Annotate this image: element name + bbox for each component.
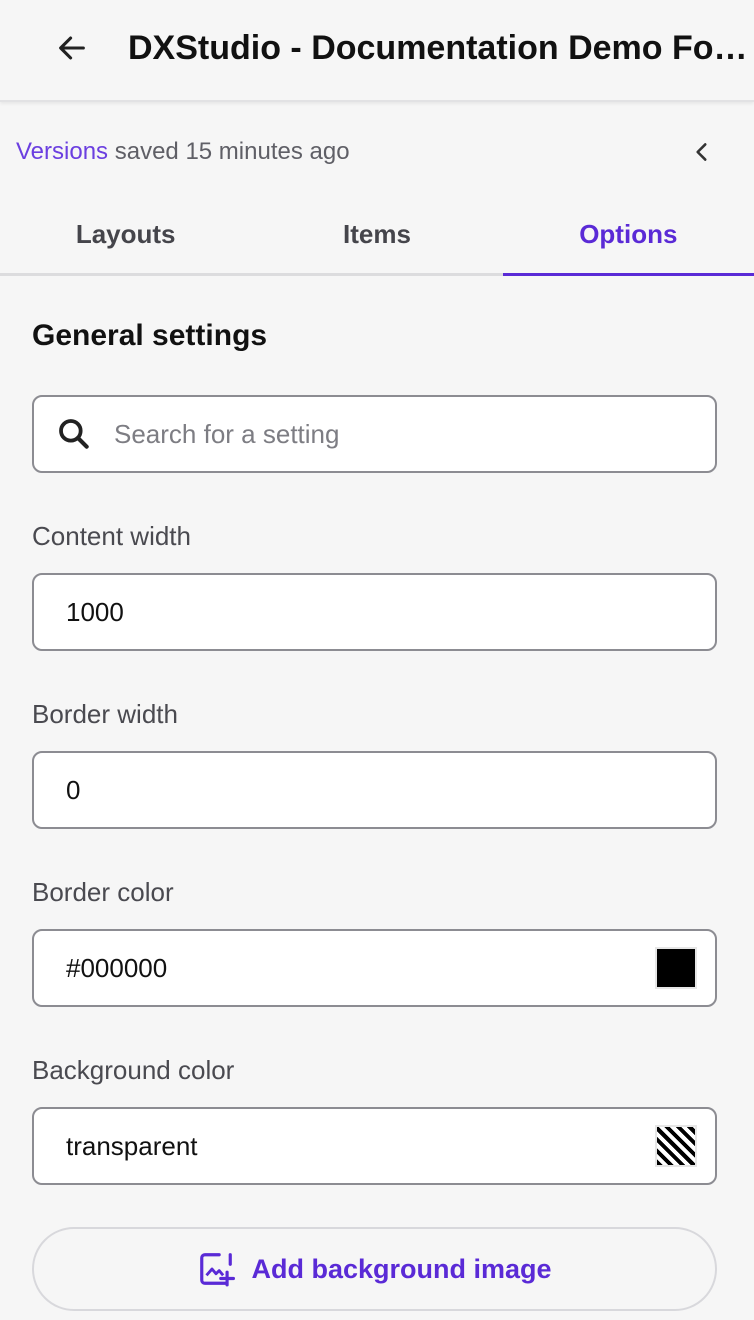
background-color-field[interactable] <box>32 1107 717 1185</box>
background-color-label: Background color <box>32 1055 235 1085</box>
chevron-left-icon <box>696 143 707 161</box>
saved-status-text: saved 15 minutes ago <box>108 138 350 165</box>
content-width-field[interactable] <box>32 573 717 651</box>
section-title: General settings <box>32 319 268 352</box>
collapse-panel-button[interactable] <box>680 130 724 174</box>
background-color-input[interactable] <box>34 1109 655 1183</box>
top-bar: DXStudio - Documentation Demo Form <box>0 0 754 102</box>
search-icon <box>34 415 114 453</box>
border-color-label: Border color <box>32 877 174 907</box>
tab-bar: Layouts Items Options <box>0 200 754 276</box>
border-color-field[interactable] <box>32 929 717 1007</box>
tab-options[interactable]: Options <box>502 200 754 276</box>
add-background-image-label: Add background image <box>251 1253 552 1284</box>
versions-link[interactable]: Versions <box>16 138 108 165</box>
add-background-image-button[interactable]: Add background image <box>32 1227 717 1311</box>
border-width-field[interactable] <box>32 751 717 829</box>
content-width-input[interactable] <box>34 575 715 649</box>
border-color-swatch[interactable] <box>655 947 697 989</box>
border-color-input[interactable] <box>34 931 655 1005</box>
search-input[interactable] <box>114 397 715 471</box>
tab-layouts[interactable]: Layouts <box>0 200 251 273</box>
tab-items[interactable]: Items <box>251 200 502 273</box>
page-title: DXStudio - Documentation Demo Form <box>128 29 754 67</box>
versions-status: Versions saved 15 minutes ago <box>16 134 736 170</box>
border-width-input[interactable] <box>34 753 715 827</box>
content-width-label: Content width <box>32 521 191 551</box>
background-color-swatch[interactable] <box>655 1125 697 1167</box>
add-image-icon <box>200 1253 236 1287</box>
arrow-left-icon <box>59 36 85 60</box>
border-width-label: Border width <box>32 699 178 729</box>
back-button[interactable] <box>50 26 94 70</box>
search-field[interactable] <box>32 395 717 473</box>
